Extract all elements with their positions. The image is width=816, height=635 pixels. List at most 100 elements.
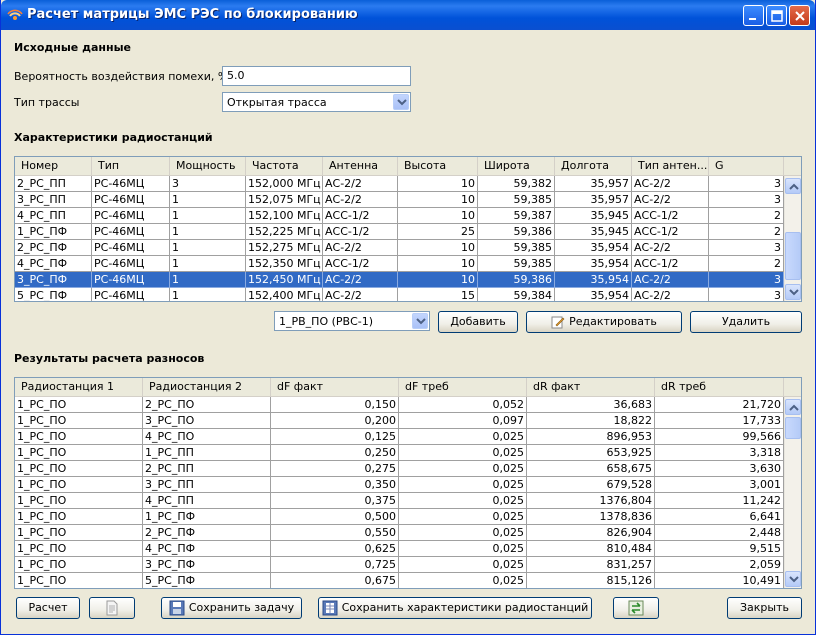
table-cell: 99,566 xyxy=(655,429,784,445)
scroll-thumb[interactable] xyxy=(785,417,801,439)
probability-input[interactable]: 5.0 xyxy=(222,66,411,86)
scroll-down-icon[interactable] xyxy=(785,284,801,300)
table-row[interactable]: 5_РС_ПФ РС-46МЦ 1 152,400 МГц АС-2/2 15 59,384… xyxy=(15,288,784,301)
results-scrollbar[interactable] xyxy=(784,397,801,588)
column-header[interactable]: Радиостанция 1 xyxy=(15,378,143,396)
table-cell: 0,150 xyxy=(271,397,399,413)
table-cell: 59,386 xyxy=(478,272,555,288)
title-bar[interactable]: Расчет матрицы ЭМС РЭС по блокированию xyxy=(1,0,815,30)
table-row[interactable]: 1_РС_ПО 2_РС_ПП 0,275 0,025 658,675 3,630 xyxy=(15,461,784,477)
close-button[interactable]: Закрыть xyxy=(727,597,802,619)
table-cell: 152,450 МГц xyxy=(246,272,323,288)
column-header[interactable]: Частота xyxy=(246,157,323,175)
column-header[interactable]: dR факт xyxy=(527,378,655,396)
table-cell: 152,350 МГц xyxy=(246,256,323,272)
table-row[interactable]: 1_РС_ПО 2_РС_ПФ 0,550 0,025 826,904 2,448 xyxy=(15,525,784,541)
table-row[interactable]: 1_РС_ПО 3_РС_ПФ 0,725 0,025 831,257 2,059 xyxy=(15,557,784,573)
delete-button[interactable]: Удалить xyxy=(690,311,802,333)
table-row[interactable]: 1_РС_ПО 4_РС_ПО 0,125 0,025 896,953 99,566 xyxy=(15,429,784,445)
chevron-down-icon[interactable] xyxy=(393,94,409,110)
table-row[interactable]: 1_РС_ПО 5_РС_ПФ 0,675 0,025 815,126 10,491 xyxy=(15,573,784,588)
stations-table[interactable]: Номер Тип Мощность Частота Антенна Высота Широ… xyxy=(14,156,802,302)
table-cell: 1_РС_ПО xyxy=(15,525,143,541)
table-cell: 1378,836 xyxy=(527,509,655,525)
column-header[interactable]: dR треб xyxy=(655,378,784,396)
route-type-label: Тип трассы xyxy=(14,96,80,109)
stations-scrollbar[interactable] xyxy=(784,176,801,301)
column-header[interactable]: G xyxy=(709,157,784,175)
maximize-button[interactable] xyxy=(766,5,787,26)
table-row[interactable]: 4_РС_ПФ РС-46МЦ 1 152,350 МГц АСС-1/2 10 59,38… xyxy=(15,256,784,272)
add-button[interactable]: Добавить xyxy=(438,311,518,333)
table-row[interactable]: 3_РС_ПП РС-46МЦ 1 152,075 МГц АС-2/2 10 59,385… xyxy=(15,192,784,208)
column-header[interactable]: dF факт xyxy=(271,378,399,396)
maximize-icon xyxy=(771,10,783,22)
table-row[interactable]: 1_РС_ПФ РС-46МЦ 1 152,225 МГц АСС-1/2 25 59,38… xyxy=(15,224,784,240)
station-type-select[interactable]: 1_РВ_ПО (РВС-1) xyxy=(274,311,430,331)
save-stations-label: Сохранить характеристики радиостанций xyxy=(341,601,589,614)
scroll-up-icon[interactable] xyxy=(785,399,801,415)
document-icon xyxy=(105,600,119,616)
table-row[interactable]: 2_РС_ПП РС-46МЦ 3 152,000 МГц АС-2/2 10 59,382… xyxy=(15,176,784,192)
table-cell: 59,385 xyxy=(478,192,555,208)
table-cell: 0,025 xyxy=(399,477,527,493)
table-row[interactable]: 1_РС_ПО 4_РС_ПП 0,375 0,025 1376,804 11,242 xyxy=(15,493,784,509)
table-row[interactable]: 1_РС_ПО 2_РС_ПО 0,150 0,052 36,683 21,720 xyxy=(15,397,784,413)
app-icon xyxy=(7,7,23,23)
column-header[interactable]: Тип xyxy=(92,157,170,175)
edit-icon xyxy=(551,315,565,329)
scroll-thumb[interactable] xyxy=(785,232,801,280)
chevron-down-icon[interactable] xyxy=(412,313,428,329)
table-row[interactable]: 1_РС_ПО 3_РС_ПО 0,200 0,097 18,822 17,733 xyxy=(15,413,784,429)
station-type-value: 1_РВ_ПО (РВС-1) xyxy=(279,315,374,328)
table-row[interactable]: 1_РС_ПО 4_РС_ПФ 0,625 0,025 810,484 9,515 xyxy=(15,541,784,557)
table-cell: 0,025 xyxy=(399,429,527,445)
column-header[interactable]: Долгота xyxy=(555,157,632,175)
save-stations-button[interactable]: Сохранить характеристики радиостанций xyxy=(318,597,592,619)
table-cell: 1_РС_ПО xyxy=(15,509,143,525)
table-cell: РС-46МЦ xyxy=(92,256,170,272)
results-table[interactable]: Радиостанция 1 Радиостанция 2 dF факт dF тр… xyxy=(14,377,802,589)
close-window-button[interactable] xyxy=(789,5,810,26)
table-cell: 59,385 xyxy=(478,240,555,256)
export-button[interactable] xyxy=(613,597,659,619)
table-cell: 0,097 xyxy=(399,413,527,429)
table-cell: 0,350 xyxy=(271,477,399,493)
table-cell: АС-2/2 xyxy=(323,176,398,192)
save-task-label: Сохранить задачу xyxy=(188,601,295,614)
table-row[interactable]: 4_РС_ПП РС-46МЦ 1 152,100 МГц АСС-1/2 10 59,38… xyxy=(15,208,784,224)
table-row[interactable]: 1_РС_ПО 3_РС_ПП 0,350 0,025 679,528 3,001 xyxy=(15,477,784,493)
table-cell: 3_РС_ПО xyxy=(143,413,271,429)
report-button[interactable] xyxy=(89,597,135,619)
table-cell: 658,675 xyxy=(527,461,655,477)
edit-button[interactable]: Редактировать xyxy=(526,311,682,333)
column-header[interactable]: Тип антен... xyxy=(632,157,709,175)
table-cell: 2,448 xyxy=(655,525,784,541)
column-header[interactable]: Мощность xyxy=(170,157,246,175)
route-type-select[interactable]: Открытая трасса xyxy=(222,92,411,112)
table-cell: 810,484 xyxy=(527,541,655,557)
table-cell: 1 xyxy=(170,272,246,288)
calculate-button[interactable]: Расчет xyxy=(16,597,80,619)
table-row[interactable]: 2_РС_ПФ РС-46МЦ 1 152,275 МГц АС-2/2 10 59,385… xyxy=(15,240,784,256)
table-cell: 0,025 xyxy=(399,525,527,541)
scroll-up-icon[interactable] xyxy=(785,178,801,194)
minimize-button[interactable] xyxy=(743,5,764,26)
scroll-down-icon[interactable] xyxy=(785,571,801,587)
save-task-button[interactable]: Сохранить задачу xyxy=(161,597,302,619)
column-header[interactable]: Широта xyxy=(478,157,555,175)
table-cell: 152,400 МГц xyxy=(246,288,323,301)
column-header[interactable]: Номер xyxy=(15,157,92,175)
table-row[interactable]: 1_РС_ПО 1_РС_ПФ 0,500 0,025 1378,836 6,641 xyxy=(15,509,784,525)
table-cell: 10 xyxy=(398,240,478,256)
edit-button-label: Редактировать xyxy=(569,315,657,328)
column-header[interactable]: dF треб xyxy=(399,378,527,396)
column-header[interactable]: Радиостанция 2 xyxy=(143,378,271,396)
table-row[interactable]: 3_РС_ПФ РС-46МЦ 1 152,450 МГц АС-2/2 10 59,386… xyxy=(15,272,784,288)
table-cell: 831,257 xyxy=(527,557,655,573)
column-header[interactable]: Антенна xyxy=(323,157,398,175)
table-cell: РС-46МЦ xyxy=(92,288,170,301)
table-cell: 59,384 xyxy=(478,288,555,301)
table-row[interactable]: 1_РС_ПО 1_РС_ПП 0,250 0,025 653,925 3,318 xyxy=(15,445,784,461)
column-header[interactable]: Высота xyxy=(398,157,478,175)
